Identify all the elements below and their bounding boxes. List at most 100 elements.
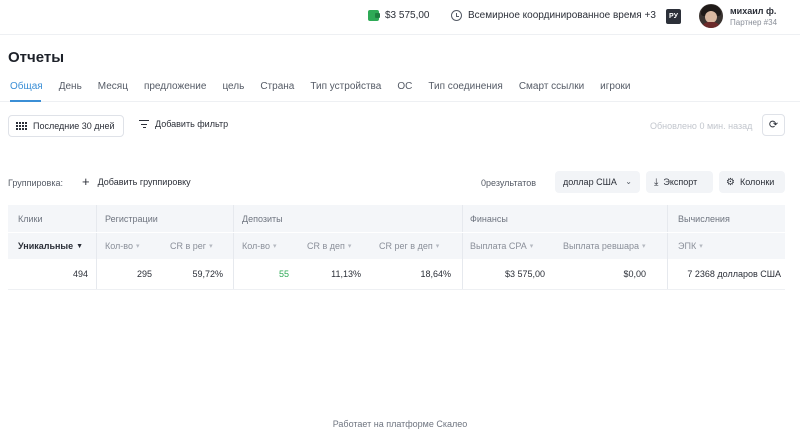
col-cr-dep-label: CR в деп (307, 241, 345, 251)
columns-button[interactable]: ⚙ Колонки (719, 171, 785, 193)
sort-icon: ▾ (699, 243, 703, 250)
calendar-icon (16, 121, 27, 131)
column-divider (233, 205, 234, 232)
cell-payout-cpa: $3 575,00 (504, 269, 545, 279)
top-bar: $3 575,00 Всемирное координированное вре… (0, 0, 800, 35)
currency-select[interactable]: доллар США ⌄ (555, 171, 640, 193)
col-payout-cpa-label: Выплата CPA (470, 241, 527, 251)
export-button[interactable]: ⤓ Экспорт (646, 171, 713, 193)
table-group-header: Клики Регистрации Депозиты Финансы Вычис… (8, 205, 785, 232)
report-tabs: Общая День Месяц предложение цель Страна… (10, 81, 646, 92)
col-payout-revshare[interactable]: Выплата ревшара ▾ (563, 233, 645, 259)
add-filter-button[interactable]: Добавить фильтр (139, 119, 228, 129)
sort-icon: ▾ (209, 243, 213, 250)
wallet-icon (368, 10, 380, 21)
refresh-button[interactable]: ⟳ (762, 114, 785, 136)
language-switch[interactable]: РУ (666, 9, 681, 24)
col-dep-count[interactable]: Кол-во ▾ (242, 233, 277, 259)
balance[interactable]: $3 575,00 (368, 10, 430, 21)
column-divider (462, 259, 463, 289)
add-grouping-button[interactable]: + Добавить группировку (82, 174, 191, 189)
tab-offer[interactable]: предложение (144, 81, 206, 92)
column-divider (96, 233, 97, 259)
group-deposits: Депозиты (242, 213, 283, 224)
tab-month[interactable]: Месяц (98, 81, 128, 92)
timezone[interactable]: Всемирное координированное время +3 (451, 10, 656, 21)
cell-cr-reg: 59,72% (192, 269, 223, 279)
date-range-label: Последние 30 дней (33, 121, 115, 131)
timezone-text: Всемирное координированное время +3 (468, 10, 656, 21)
col-reg-count[interactable]: Кол-во ▾ (105, 233, 140, 259)
tab-day[interactable]: День (59, 81, 82, 92)
tab-players[interactable]: игроки (600, 81, 630, 92)
table-column-header: Уникальные ▼ Кол-во ▾ CR в рег ▾ Кол-во ▾ CR… (8, 232, 785, 259)
filter-icon (139, 120, 149, 129)
cell-payout-revshare: $0,00 (623, 269, 646, 279)
tab-os[interactable]: ОС (397, 81, 412, 92)
last-updated: Обновлено 0 мин. назад (650, 121, 753, 131)
col-epc[interactable]: ЭПК ▾ (678, 233, 703, 259)
col-cr-reg-label: CR в рег (170, 241, 207, 251)
grouping-label: Группировка: (8, 178, 63, 188)
column-divider (96, 259, 97, 289)
columns-label: Колонки (739, 177, 775, 187)
add-filter-label: Добавить фильтр (155, 119, 229, 129)
col-payout-revshare-label: Выплата ревшара (563, 241, 639, 251)
tab-goal[interactable]: цель (222, 81, 244, 92)
tab-connection-type[interactable]: Тип соединения (428, 81, 503, 92)
col-cr-dep[interactable]: CR в деп ▾ (307, 233, 351, 259)
col-reg-count-label: Кол-во (105, 241, 133, 251)
currency-value: доллар США (563, 177, 617, 187)
sort-icon: ▾ (347, 243, 352, 250)
active-tab-indicator (10, 100, 41, 102)
balance-amount: $3 575,00 (385, 10, 430, 21)
cell-unique: 494 (72, 269, 88, 279)
download-icon: ⤓ (654, 177, 659, 188)
column-divider (667, 259, 668, 289)
plus-icon: + (82, 174, 90, 189)
tab-device-type[interactable]: Тип устройства (310, 81, 381, 92)
col-epc-label: ЭПК (678, 241, 697, 251)
date-range-button[interactable]: Последние 30 дней (8, 115, 124, 137)
col-cr-reg[interactable]: CR в рег ▾ (170, 233, 213, 259)
tab-country[interactable]: Страна (260, 81, 294, 92)
group-clicks: Клики (18, 213, 43, 224)
tab-smart-links[interactable]: Смарт ссылки (519, 81, 584, 92)
group-finance: Финансы (470, 213, 508, 224)
group-registrations: Регистрации (105, 213, 158, 224)
sort-icon: ▾ (272, 243, 277, 250)
column-divider (667, 233, 668, 259)
sort-icon: ▾ (641, 243, 646, 250)
add-grouping-label: Добавить группировку (97, 177, 191, 187)
col-cr-reg-dep[interactable]: CR рег в деп ▾ (379, 233, 439, 259)
gear-icon: ⚙ (726, 177, 735, 188)
footer: Работает на платформе Скалео (332, 419, 468, 429)
col-payout-cpa[interactable]: Выплата CPA ▾ (470, 233, 533, 259)
cell-epc: 7 2368 долларов США (687, 269, 781, 279)
col-cr-reg-dep-label: CR рег в деп (379, 241, 433, 251)
cell-dep-count: 55 (278, 269, 289, 279)
sort-icon: ▾ (135, 243, 140, 250)
column-divider (96, 205, 97, 232)
sort-icon: ▾ (529, 243, 534, 250)
col-unique-label: Уникальные (18, 241, 74, 251)
col-dep-count-label: Кол-во (242, 241, 270, 251)
tab-general[interactable]: Общая (10, 81, 43, 92)
refresh-icon: ⟳ (768, 119, 779, 131)
cell-reg-count: 295 (136, 269, 152, 279)
report-table: Клики Регистрации Депозиты Финансы Вычис… (8, 205, 785, 290)
chevron-down-icon: ⌄ (625, 177, 632, 186)
results-count: 0результатов (481, 178, 537, 188)
tabs-divider (0, 101, 800, 102)
user-name[interactable]: михаил ф. (730, 6, 776, 16)
avatar[interactable] (699, 4, 723, 28)
col-unique[interactable]: Уникальные ▼ (18, 233, 83, 259)
column-divider (233, 259, 234, 289)
export-label: Экспорт (663, 177, 698, 187)
column-divider (233, 233, 234, 259)
cell-cr-reg-dep: 18,64% (420, 269, 451, 279)
cell-cr-dep: 11,13% (331, 269, 361, 279)
group-calculations: Вычисления (678, 213, 730, 224)
sort-icon: ▾ (435, 243, 440, 250)
clock-icon (451, 10, 462, 21)
